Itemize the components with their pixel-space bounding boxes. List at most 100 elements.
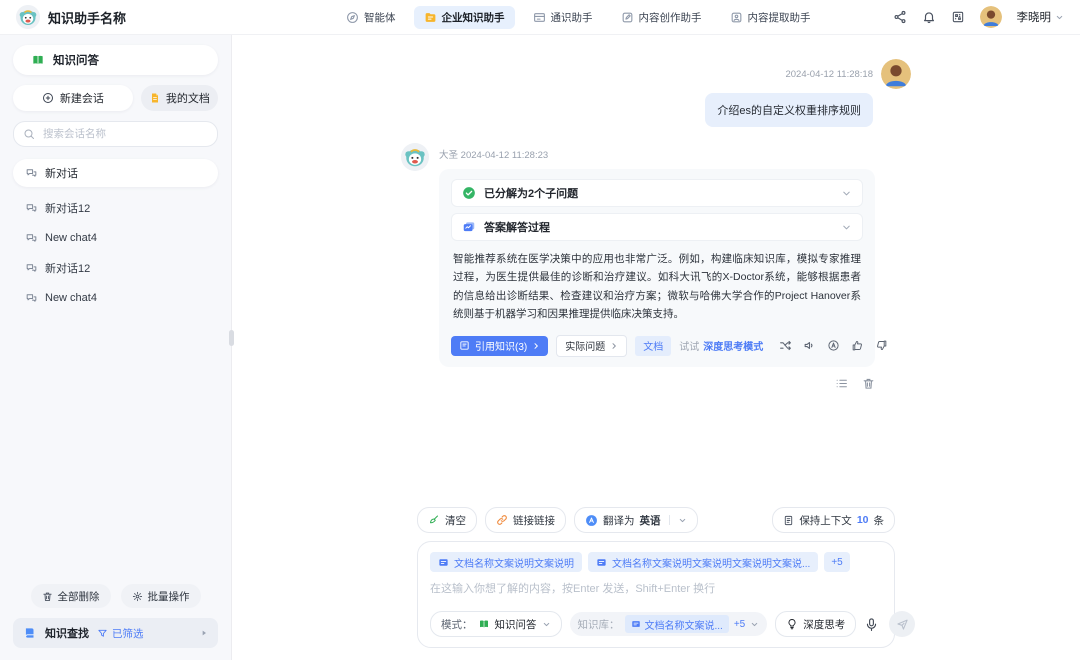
tab-enterprise-knowledge[interactable]: 企业知识助手: [414, 6, 515, 29]
filter-icon: [97, 628, 108, 639]
thumbs-up-icon[interactable]: [851, 339, 864, 352]
user-avatar[interactable]: [980, 6, 1002, 28]
chat-toolbar: 清空 链接链接 翻译为 英语 保持上下文: [417, 507, 895, 533]
conversation-item[interactable]: 新对话12: [13, 193, 218, 223]
composer-right-actions: [864, 611, 915, 637]
try-label: 试试: [679, 338, 699, 353]
knowledge-search-bar[interactable]: 知识查找 已筛选: [13, 618, 218, 648]
deep-think-mode-link[interactable]: 深度思考模式: [703, 338, 763, 353]
green-book-icon: [478, 618, 490, 630]
conversation-label: 新对话: [45, 165, 78, 181]
answer-footer: 引用知识(3) 实际问题 文档 试试: [451, 335, 863, 357]
actual-question-button[interactable]: 实际问题: [556, 335, 627, 357]
answer-action-icons: [779, 339, 888, 352]
user-message-avatar: [881, 59, 911, 89]
my-documents-button[interactable]: 我的文档: [141, 85, 218, 111]
new-conversation-button[interactable]: 新建会话: [13, 85, 133, 111]
mode-label: 模式：: [441, 617, 473, 632]
conversation-item-active[interactable]: 新对话: [13, 159, 218, 187]
tab-general-assistant[interactable]: 通识助手: [523, 6, 603, 29]
chat-area: 2024-04-12 11:28:18 介绍es的自定义权重排序规则: [232, 35, 1080, 507]
mode-value: 知识问答: [495, 617, 537, 632]
conversation-item[interactable]: New chat4: [13, 223, 218, 253]
more-docs-chip[interactable]: +5: [824, 552, 849, 572]
badge-label: 已筛选: [112, 626, 144, 641]
list-icon[interactable]: [835, 377, 848, 390]
folder-icon: [424, 11, 437, 24]
assistant-card: 已分解为2个子问题 答案解答过程 智能推荐系统在医学决策中的应用也非常广泛。例如…: [439, 169, 875, 367]
broom-icon: [428, 514, 440, 526]
document-tag[interactable]: 文档: [635, 336, 671, 356]
sidebar-resize-handle[interactable]: [229, 330, 234, 346]
clear-button[interactable]: 清空: [417, 507, 477, 533]
message-timestamp: 2024-04-12 11:28:23: [461, 150, 549, 161]
button-label: 我的文档: [166, 90, 210, 106]
conversation-label: New chat4: [45, 232, 97, 244]
conversation-item[interactable]: New chat4: [13, 283, 218, 313]
tab-content-extraction[interactable]: 内容提取助手: [720, 6, 821, 29]
knowledge-assistant-app: 知识助手名称 智能体 企业知识助手 通识助手 内容创作助手 内容提取助手: [0, 0, 1080, 660]
notification-bell-icon[interactable]: [922, 10, 936, 24]
shuffle-icon[interactable]: [779, 339, 792, 352]
deep-think-suggestion: 试试 深度思考模式: [679, 338, 763, 353]
check-circle-icon: [462, 186, 476, 200]
deep-think-toggle[interactable]: 深度思考: [775, 611, 856, 637]
kb-doc-label: 文档名称文案说...: [645, 617, 723, 632]
speaker-icon[interactable]: [803, 339, 816, 352]
tab-label: 通识助手: [551, 10, 593, 25]
sidebar-item-knowledge-qa[interactable]: 知识问答: [13, 45, 218, 75]
composer-controls: 模式： 知识问答 知识库： 文档名称文案说... +5: [430, 611, 882, 637]
main-area: 2024-04-12 11:28:18 介绍es的自定义权重排序规则: [232, 35, 1080, 660]
tab-label: 内容提取助手: [748, 10, 811, 25]
composer: 文档名称文案说明文案说明 文档名称文案说明文案说明文案说明文案说... +5 模…: [417, 541, 895, 648]
delete-message-icon[interactable]: [862, 377, 875, 390]
cited-knowledge-button[interactable]: 引用知识(3): [451, 336, 548, 356]
conversation-label: 新对话12: [45, 200, 90, 216]
assistant-name: 大圣: [439, 150, 458, 161]
sidebar-bottom-actions: 全部删除 批量操作: [13, 584, 218, 608]
translate-language-value: 英语: [640, 513, 661, 528]
context-count: 10: [857, 514, 869, 526]
collapsible-answer-process[interactable]: 答案解答过程: [451, 213, 863, 241]
link-button[interactable]: 链接链接: [485, 507, 566, 533]
keep-context-button[interactable]: 保持上下文 10 条: [772, 507, 895, 533]
message-input[interactable]: [430, 580, 882, 597]
translate-button[interactable]: 翻译为 英语: [574, 507, 698, 533]
conversation-search[interactable]: [13, 121, 218, 147]
thumbs-down-icon[interactable]: [875, 339, 888, 352]
expand-caret-icon[interactable]: [200, 629, 208, 637]
chevron-right-icon: [610, 342, 618, 350]
batch-operation-button[interactable]: 批量操作: [121, 584, 201, 608]
doc-chip[interactable]: 文档名称文案说明文案说明: [430, 552, 582, 572]
bulb-icon: [786, 618, 798, 630]
knowledge-base-selector[interactable]: 知识库： 文档名称文案说... +5: [570, 612, 768, 636]
context-doc-icon: [783, 515, 794, 526]
microphone-icon[interactable]: [864, 617, 879, 632]
gear-icon: [132, 591, 143, 602]
doc-chip-icon: [438, 557, 449, 568]
qr-code-icon[interactable]: [951, 10, 965, 24]
mode-selector[interactable]: 模式： 知识问答: [430, 611, 562, 637]
filtered-badge[interactable]: 已筛选: [97, 626, 144, 641]
chevron-right-icon: [532, 342, 540, 350]
conversation-item[interactable]: 新对话12: [13, 253, 218, 283]
chevron-down-icon[interactable]: [841, 188, 852, 199]
button-label: 新建会话: [60, 90, 104, 106]
tab-agents[interactable]: 智能体: [336, 6, 406, 29]
chevron-down-icon[interactable]: [841, 222, 852, 233]
send-button[interactable]: [889, 611, 915, 637]
button-label: 清空: [445, 513, 466, 528]
doc-chip[interactable]: 文档名称文案说明文案说明文案说明文案说...: [588, 552, 818, 572]
delete-all-button[interactable]: 全部删除: [31, 584, 111, 608]
search-input[interactable]: [41, 127, 208, 141]
user-menu[interactable]: 李晓明: [1017, 9, 1065, 25]
share-icon[interactable]: [893, 10, 907, 24]
doc-chip-icon: [596, 557, 607, 568]
chat-bubbles-icon: [25, 202, 38, 215]
chevron-down-icon: [678, 516, 687, 525]
tab-content-creation[interactable]: 内容创作助手: [611, 6, 712, 29]
user-message: 2024-04-12 11:28:18 介绍es的自定义权重排序规则: [401, 59, 911, 127]
collapsible-subquestions[interactable]: 已分解为2个子问题: [451, 179, 863, 207]
translate-a-icon[interactable]: [827, 339, 840, 352]
chevron-down-icon: [542, 620, 551, 629]
